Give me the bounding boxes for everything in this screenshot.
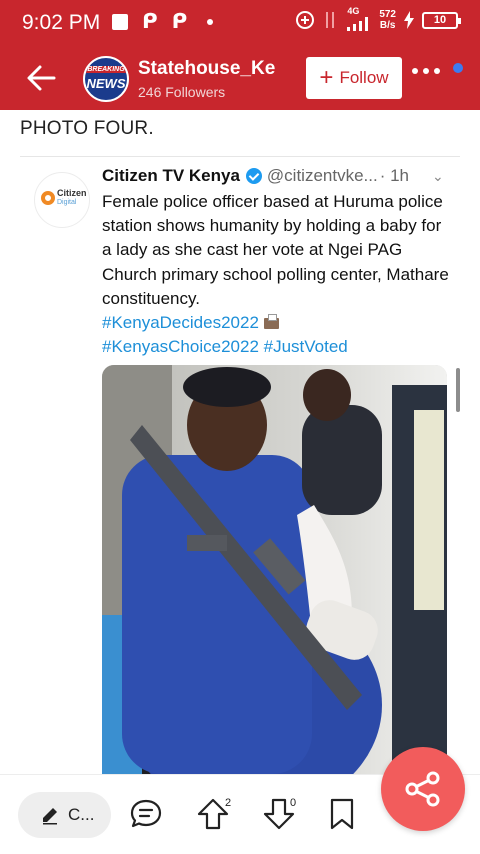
p-app-icon: ᑭ — [171, 10, 188, 33]
follow-button[interactable]: + Follow — [306, 57, 402, 99]
network-speed-unit: B/s — [379, 20, 396, 31]
avatar-breaking-text: BREAKING — [85, 66, 127, 73]
tweet-author-name[interactable]: Citizen TV Kenya — [102, 166, 240, 186]
notification-square-icon — [112, 14, 128, 30]
post-heading: PHOTO FOUR. — [20, 118, 154, 139]
channel-name[interactable]: Statehouse_Ke — [138, 58, 275, 80]
follower-count: 246 Followers — [138, 84, 226, 100]
network-speed-value: 572 — [379, 9, 396, 20]
scrollbar[interactable] — [456, 368, 460, 412]
comment-input-button[interactable]: C... — [18, 792, 111, 838]
data-transfer-icon — [326, 12, 335, 28]
avatar-logo-text-1: Citizen — [57, 188, 87, 198]
downvote-count: 0 — [290, 797, 297, 809]
notification-dot-icon — [453, 63, 463, 73]
status-notification-icons: ᑭ ᑭ — [112, 10, 214, 33]
upvote-count: 2 — [225, 797, 232, 809]
divider — [20, 156, 460, 157]
police-officer-photo — [102, 365, 447, 774]
battery-icon: 10 — [422, 11, 461, 29]
tweet-author-handle[interactable]: @citizentvke... — [267, 166, 378, 186]
app-header: BREAKING NEWS Statehouse_Ke 246 Follower… — [0, 46, 480, 110]
tweet-photo[interactable] — [102, 365, 447, 774]
tweet-header: Citizen TV Kenya @citizentvke... · 1h — [102, 166, 447, 186]
plus-icon: + — [319, 64, 334, 91]
back-arrow-icon[interactable] — [26, 64, 56, 92]
hashtag-link[interactable]: #KenyasChoice2022 #JustVoted — [102, 337, 348, 357]
share-button[interactable] — [381, 747, 465, 831]
status-system-icons: 4G 572 B/s 10 — [295, 6, 461, 32]
signal-icon: 4G — [345, 6, 371, 32]
ballot-box-icon — [263, 314, 279, 329]
avatar-logo-text-2: Digital — [57, 199, 77, 206]
channel-avatar[interactable]: BREAKING NEWS — [83, 56, 129, 102]
share-icon — [405, 771, 440, 807]
more-notifications-dot-icon — [207, 19, 214, 25]
comment-label: C... — [68, 805, 95, 824]
citizen-logo-icon — [41, 191, 55, 205]
more-options-icon[interactable] — [412, 68, 440, 74]
bookmark-icon[interactable] — [325, 797, 359, 831]
avatar-news-text: NEWS — [86, 76, 126, 91]
hashtag-line: #KenyaDecides2022 — [102, 313, 279, 333]
tweet-menu-chevron-icon[interactable]: ⌄ — [432, 168, 444, 185]
hashtag-link[interactable]: #KenyaDecides2022 — [102, 313, 259, 332]
pencil-icon — [43, 808, 57, 825]
data-saver-icon — [296, 11, 315, 29]
p-app-icon: ᑭ — [142, 10, 158, 33]
tweet-author-avatar[interactable]: Citizen Digital — [34, 172, 90, 228]
network-speed: 572 B/s — [379, 9, 396, 31]
status-time: 9:02 PM — [22, 11, 101, 34]
tweet-time: · 1h — [379, 166, 410, 185]
charging-bolt-icon — [404, 11, 414, 29]
follow-label: Follow — [339, 68, 389, 87]
comments-icon[interactable] — [129, 797, 163, 831]
status-bar: 9:02 PM ᑭ ᑭ 4G 572 B/s 10 — [0, 0, 480, 46]
tweet-text: Female police officer based at Huruma po… — [102, 192, 449, 308]
verified-badge-icon — [245, 168, 262, 184]
